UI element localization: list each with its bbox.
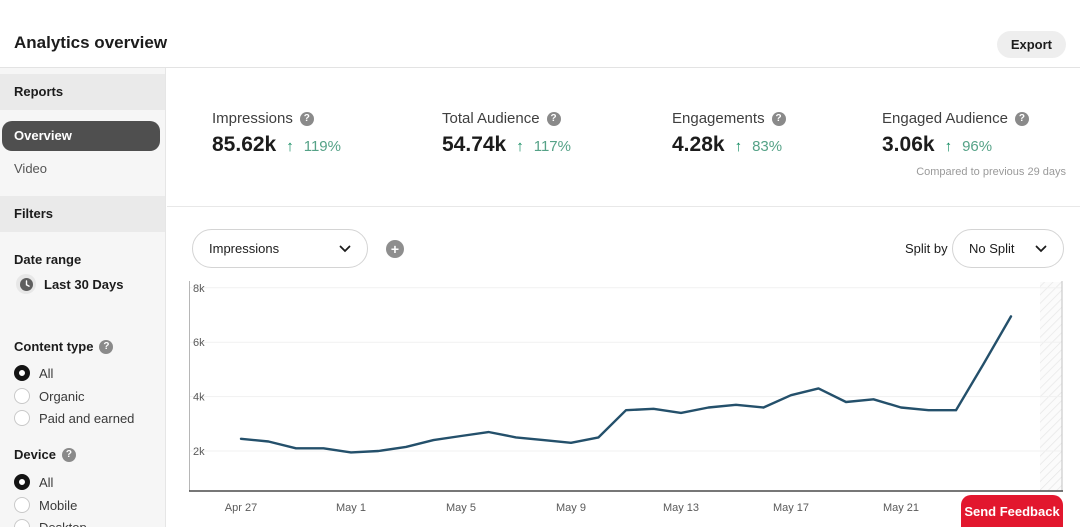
metric-value: 85.62k bbox=[212, 133, 277, 156]
help-icon[interactable]: ? bbox=[1014, 111, 1029, 126]
metric-select-dropdown[interactable]: Impressions bbox=[192, 229, 368, 268]
svg-text:May 5: May 5 bbox=[446, 502, 476, 514]
up-arrow-icon: ↑ bbox=[944, 138, 953, 155]
radio-device-mobile[interactable]: Mobile bbox=[14, 497, 77, 513]
metric-card-engagements: Engagements ? 4.28k ↑ 83% bbox=[672, 110, 786, 157]
content-type-label: Content type ? bbox=[14, 339, 114, 354]
date-range-selector[interactable]: Last 30 Days bbox=[16, 274, 124, 294]
radio-unselected-icon[interactable] bbox=[14, 497, 30, 513]
radio-device-desktop[interactable]: Desktop bbox=[14, 519, 87, 527]
metric-value: 3.06k bbox=[882, 133, 935, 156]
help-icon[interactable]: ? bbox=[299, 111, 314, 126]
metric-card-total-audience: Total Audience ? 54.74k ↑ 117% bbox=[442, 110, 571, 157]
svg-text:4k: 4k bbox=[193, 392, 205, 404]
metric-change: 117% bbox=[533, 138, 571, 155]
chevron-down-icon bbox=[339, 245, 351, 252]
sidebar: Reports Overview Video Filters Date rang… bbox=[0, 68, 166, 527]
radio-label: All bbox=[39, 365, 54, 381]
page-header: Analytics overview Export bbox=[0, 0, 1080, 68]
impressions-chart-svg: 2k 4k 6k 8k Apr 27 May 1 May 5 May 9 May 13 May 1… bbox=[189, 281, 1063, 514]
help-icon[interactable]: ? bbox=[61, 447, 76, 462]
metric-card-engaged-audience: Engaged Audience ? 3.06k ↑ 96% bbox=[882, 110, 1029, 157]
analytics-overview-page: Analytics overview Export Reports Overvi… bbox=[0, 0, 1080, 527]
up-arrow-icon: ↑ bbox=[516, 138, 524, 155]
date-range-value: Last 30 Days bbox=[44, 276, 124, 292]
filters-section-header: Filters bbox=[0, 196, 165, 232]
clock-icon bbox=[16, 274, 36, 294]
radio-unselected-icon[interactable] bbox=[14, 388, 30, 404]
metric-change: 119% bbox=[303, 138, 341, 155]
radio-content-paid[interactable]: Paid and earned bbox=[14, 410, 134, 426]
metric-change: 83% bbox=[752, 138, 783, 155]
svg-text:6k: 6k bbox=[193, 337, 205, 349]
radio-unselected-icon[interactable] bbox=[14, 410, 30, 426]
split-by-value: No Split bbox=[969, 241, 1015, 256]
svg-text:May 17: May 17 bbox=[773, 502, 809, 514]
radio-label: Organic bbox=[39, 388, 85, 404]
reports-section-header: Reports bbox=[0, 74, 165, 110]
export-button[interactable]: Export bbox=[996, 31, 1066, 58]
metric-card-impressions: Impressions ? 85.62k ↑ 119% bbox=[212, 110, 341, 157]
send-feedback-button[interactable]: Send Feedback bbox=[961, 495, 1063, 527]
svg-text:May 1: May 1 bbox=[336, 502, 366, 514]
metric-label: Engagements bbox=[672, 110, 765, 127]
radio-selected-icon[interactable] bbox=[14, 365, 30, 381]
comparison-note: Compared to previous 29 days bbox=[916, 166, 1066, 178]
up-arrow-icon: ↑ bbox=[734, 138, 743, 155]
page-title: Analytics overview bbox=[14, 33, 168, 52]
content-type-label-text: Content type bbox=[14, 339, 94, 354]
svg-text:2k: 2k bbox=[193, 446, 205, 458]
metric-label: Impressions bbox=[212, 110, 293, 127]
help-icon[interactable]: ? bbox=[99, 339, 114, 354]
radio-label: Mobile bbox=[39, 497, 78, 513]
radio-content-organic[interactable]: Organic bbox=[14, 388, 85, 404]
radio-selected-icon[interactable] bbox=[14, 474, 30, 490]
sidebar-item-overview[interactable]: Overview bbox=[2, 121, 160, 151]
svg-text:May 13: May 13 bbox=[663, 502, 699, 514]
metric-label: Engaged Audience bbox=[882, 110, 1008, 127]
impressions-line-chart: 2k 4k 6k 8k Apr 27 May 1 May 5 May 9 May 13 May 1… bbox=[175, 277, 1065, 527]
device-label-text: Device bbox=[14, 447, 56, 462]
svg-text:8k: 8k bbox=[193, 283, 205, 295]
metrics-summary: Impressions ? 85.62k ↑ 119% Total Audien… bbox=[167, 68, 1080, 207]
split-by-label: Split by bbox=[905, 241, 948, 256]
svg-text:May 21: May 21 bbox=[883, 502, 919, 514]
svg-text:Apr 27: Apr 27 bbox=[225, 502, 257, 514]
metric-change: 96% bbox=[962, 138, 993, 155]
date-range-label: Date range bbox=[14, 252, 82, 267]
metric-value: 4.28k bbox=[672, 133, 725, 156]
radio-unselected-icon[interactable] bbox=[14, 519, 30, 527]
help-icon[interactable]: ? bbox=[546, 111, 561, 126]
radio-label: Desktop bbox=[39, 519, 87, 527]
chevron-down-icon bbox=[1035, 245, 1047, 252]
radio-label: All bbox=[39, 474, 54, 490]
metric-label: Total Audience bbox=[442, 110, 540, 127]
radio-content-all[interactable]: All bbox=[14, 365, 53, 381]
add-metric-button[interactable]: + bbox=[386, 240, 404, 258]
radio-device-all[interactable]: All bbox=[14, 474, 53, 490]
device-label: Device ? bbox=[14, 447, 76, 462]
metric-select-value: Impressions bbox=[209, 241, 280, 256]
split-by-dropdown[interactable]: No Split bbox=[952, 229, 1064, 268]
svg-text:May 9: May 9 bbox=[556, 502, 586, 514]
help-icon[interactable]: ? bbox=[771, 111, 786, 126]
metric-value: 54.74k bbox=[442, 133, 507, 156]
sidebar-item-video[interactable]: Video bbox=[0, 158, 165, 180]
radio-label: Paid and earned bbox=[39, 410, 135, 426]
up-arrow-icon: ↑ bbox=[286, 138, 294, 155]
